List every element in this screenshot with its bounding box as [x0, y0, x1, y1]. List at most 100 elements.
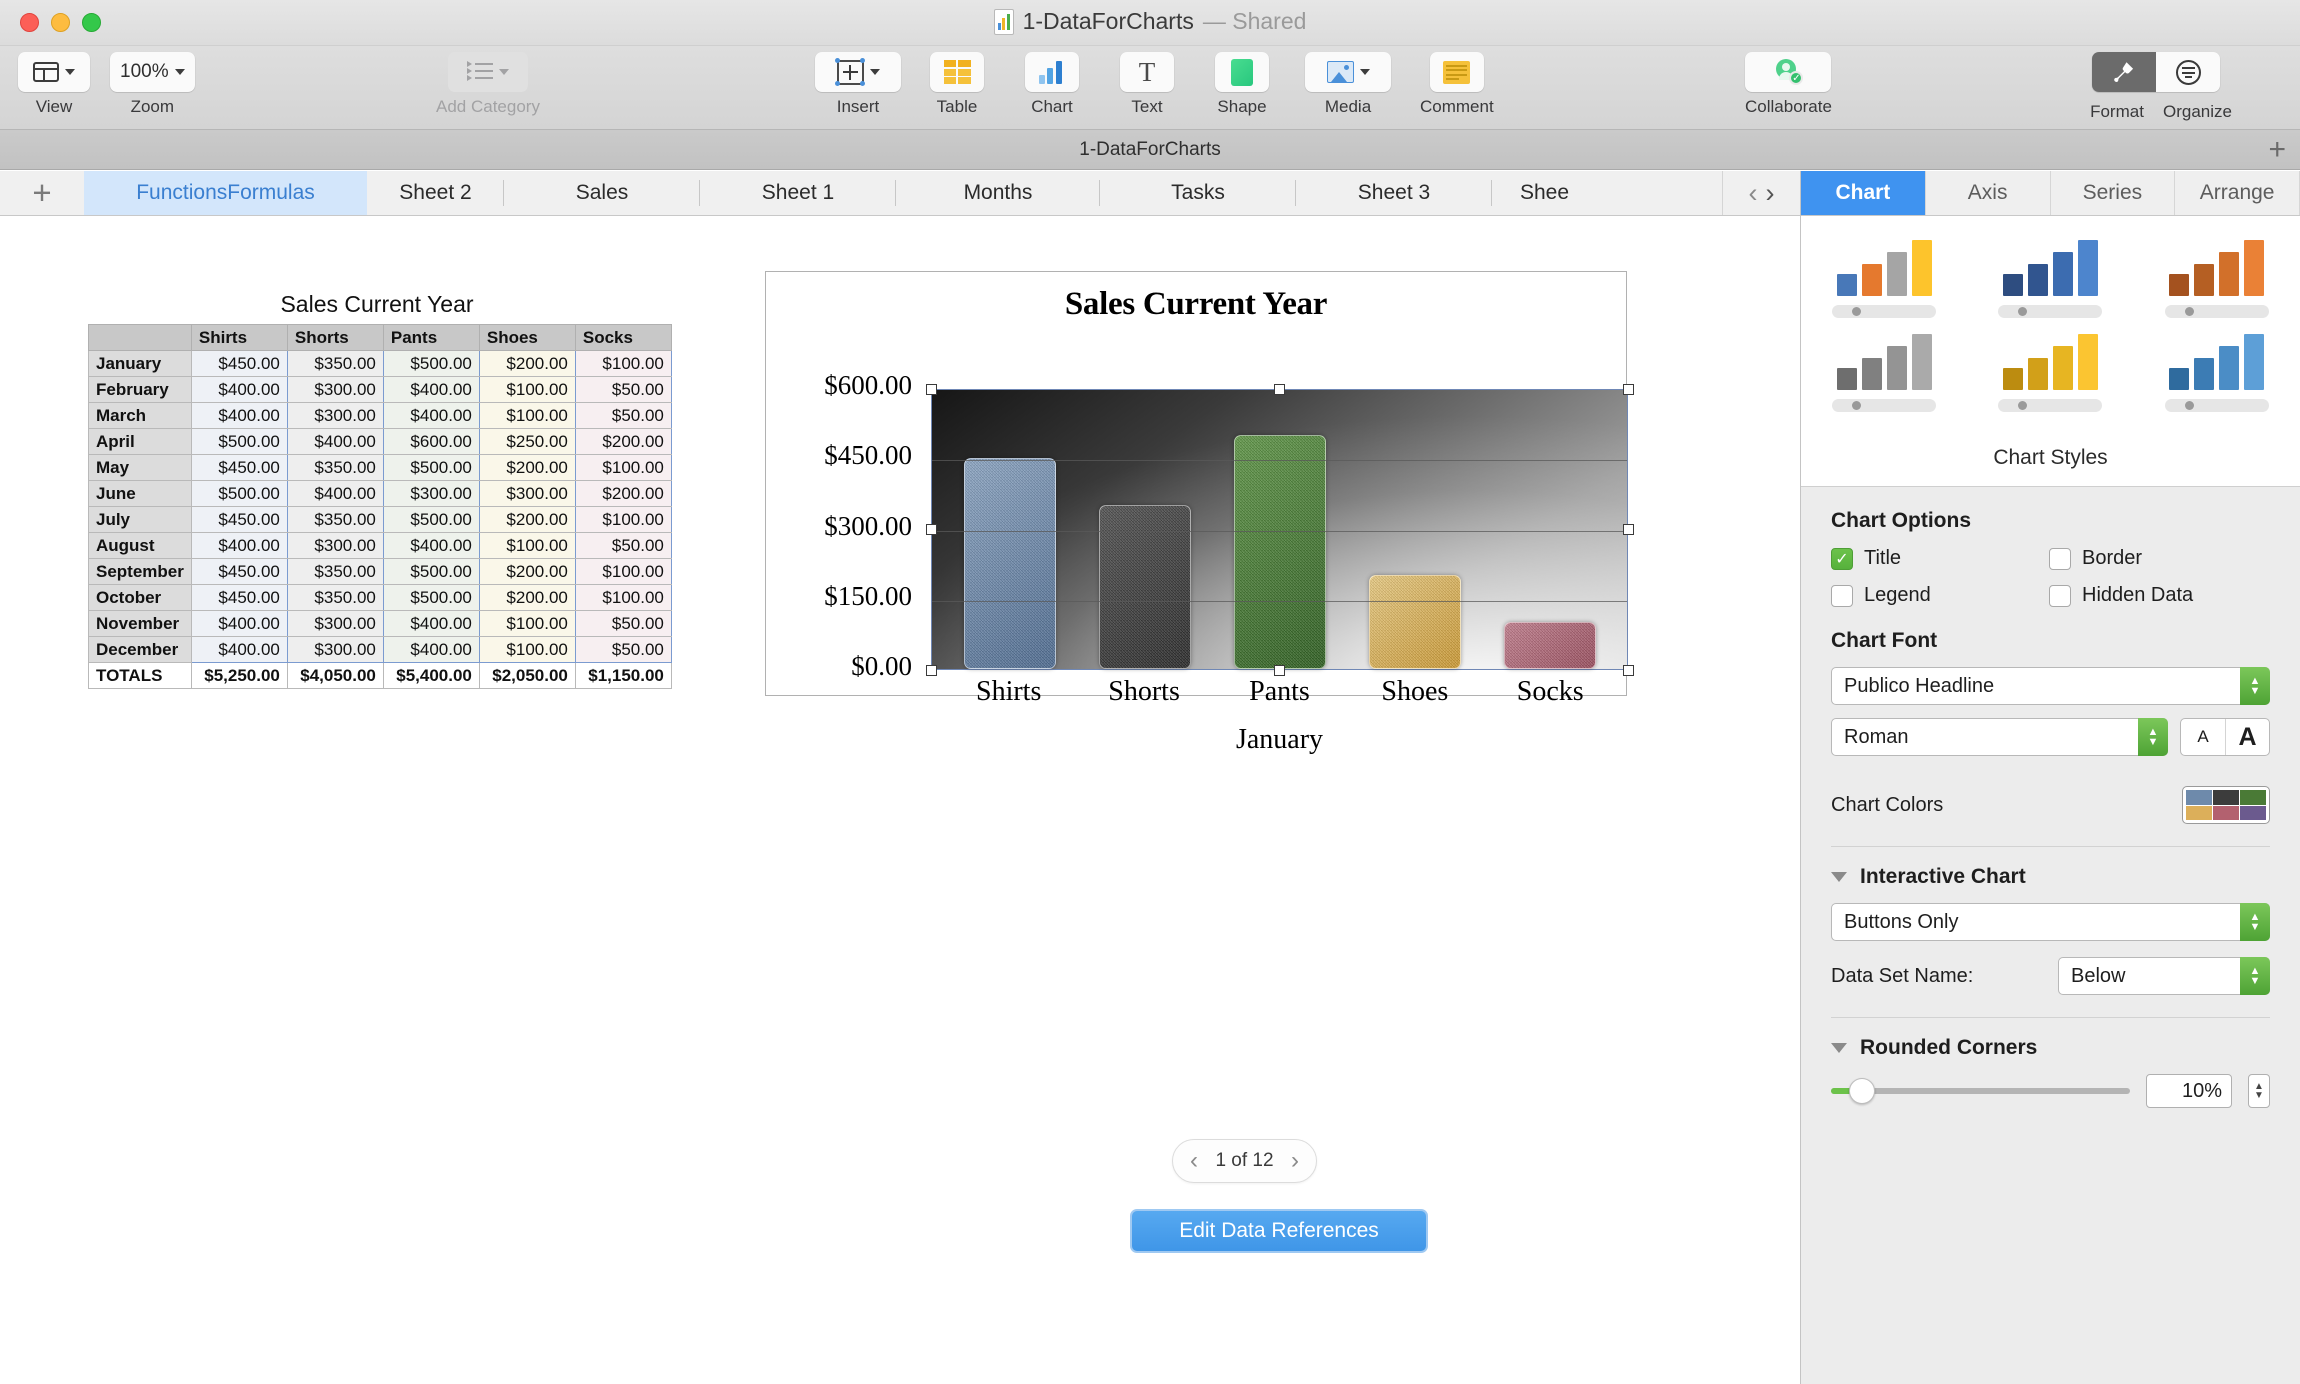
table-cell[interactable]: $300.00	[286, 636, 384, 663]
slider-knob[interactable]	[2184, 401, 2194, 410]
option-title[interactable]: ✓ Title	[1831, 547, 2049, 570]
chart-object[interactable]: Sales Current Year $0.00 $150.00 $300.00 $4…	[765, 271, 1634, 755]
slider-knob[interactable]	[2018, 307, 2028, 316]
table-cell[interactable]: $400.00	[190, 610, 288, 637]
font-family-select[interactable]: Publico Headline ▲ ▼	[1831, 667, 2270, 705]
table-row[interactable]: August $400.00 $300.00 $400.00 $100.00 $50.00	[88, 532, 672, 559]
slider-knob[interactable]	[1848, 1078, 1875, 1104]
interactive-mode-select[interactable]: Buttons Only ▲ ▼	[1831, 903, 2270, 941]
table-row[interactable]: May $450.00 $350.00 $500.00 $200.00 $100.00	[88, 454, 672, 481]
table-cell[interactable]: $350.00	[286, 506, 384, 533]
sheet-tab-sheet-3[interactable]: Sheet 3	[1296, 171, 1492, 215]
table-cell[interactable]: $200.00	[478, 454, 576, 481]
chart-colors-swatch-button[interactable]	[2182, 786, 2270, 824]
table-column-header[interactable]: Shorts	[286, 324, 384, 351]
table-cell[interactable]: $400.00	[382, 402, 480, 429]
table-tool[interactable]: Table	[930, 52, 984, 117]
table-cell[interactable]: $200.00	[478, 350, 576, 377]
table-row[interactable]: December $400.00 $300.00 $400.00 $100.00 $50.…	[88, 636, 672, 663]
zoom-tool[interactable]: 100% Zoom	[110, 52, 195, 117]
table-cell[interactable]: $400.00	[190, 636, 288, 663]
table-row[interactable]: September $450.00 $350.00 $500.00 $200.00 $10…	[88, 558, 672, 585]
totals-cell[interactable]: $1,150.00	[574, 662, 672, 689]
totals-cell[interactable]: $4,050.00	[286, 662, 384, 689]
table-button[interactable]	[930, 52, 984, 92]
table-cell[interactable]: $200.00	[478, 558, 576, 585]
chart-style-variant-slider[interactable]	[2164, 305, 2269, 318]
table-cell[interactable]: $100.00	[574, 558, 672, 585]
selection-handle-top-right[interactable]	[1622, 383, 1634, 395]
add-category-tool[interactable]: Add Category	[436, 52, 540, 117]
table-cell[interactable]: $50.00	[574, 376, 672, 403]
table-cell[interactable]: $400.00	[190, 376, 288, 403]
add-category-button[interactable]	[447, 52, 528, 92]
table-cell[interactable]: $350.00	[286, 558, 384, 585]
disclosure-triangle-icon[interactable]	[1831, 872, 1847, 882]
chart-style-variant-slider[interactable]	[2164, 399, 2269, 412]
table-cell[interactable]: $300.00	[286, 610, 384, 637]
selection-handle-top-center[interactable]	[1274, 383, 1285, 395]
title-checkbox[interactable]: ✓	[1831, 547, 1853, 570]
stepper-icon[interactable]: ▲ ▼	[2138, 718, 2168, 756]
option-border[interactable]: Border	[2049, 547, 2267, 570]
inspector-tab-axis[interactable]: Axis	[1925, 171, 2051, 215]
table-cell[interactable]: $100.00	[478, 636, 576, 663]
table-cell[interactable]: $100.00	[478, 610, 576, 637]
totals-cell[interactable]: $5,400.00	[382, 662, 480, 689]
option-hidden-data[interactable]: Hidden Data	[2049, 584, 2267, 607]
table-row-header[interactable]: December	[88, 636, 192, 663]
table-cell[interactable]: $500.00	[382, 454, 480, 481]
selection-handle-middle-right[interactable]	[1622, 524, 1634, 535]
table-cell[interactable]: $450.00	[190, 506, 288, 533]
border-checkbox[interactable]	[2049, 547, 2071, 570]
table-cell[interactable]: $400.00	[382, 376, 480, 403]
table-row[interactable]: March $400.00 $300.00 $400.00 $100.00 $50.00	[88, 402, 672, 429]
table-cell[interactable]: $400.00	[190, 532, 288, 559]
chart-dataset-pager[interactable]: ‹ 1 of 12 ›	[1172, 1139, 1317, 1183]
table-cell[interactable]: $600.00	[382, 428, 480, 455]
table-cell[interactable]: $100.00	[478, 532, 576, 559]
chart-style-option[interactable]	[1824, 234, 1944, 318]
sheet-tab-sheet-1[interactable]: Sheet 1	[700, 171, 896, 215]
selection-handle-top-left[interactable]	[925, 383, 937, 395]
zoom-button[interactable]: 100%	[110, 52, 195, 92]
rounded-corners-stepper[interactable]: ▲ ▼	[2248, 1074, 2270, 1108]
data-set-name-select[interactable]: Below ▲ ▼	[2058, 957, 2270, 995]
organize-button[interactable]	[2156, 52, 2220, 92]
table-row-header[interactable]: April	[88, 428, 192, 455]
table-row[interactable]: November $400.00 $300.00 $400.00 $100.00 $50.…	[88, 610, 672, 637]
shape-tool[interactable]: Shape	[1215, 52, 1269, 117]
text-button[interactable]: T	[1120, 52, 1174, 92]
table-column-header[interactable]: Shirts	[190, 324, 288, 351]
inspector-tab-series[interactable]: Series	[2050, 171, 2176, 215]
table-cell[interactable]: $500.00	[190, 428, 288, 455]
table-cell[interactable]: $400.00	[382, 636, 480, 663]
table-cell[interactable]: $400.00	[286, 480, 384, 507]
table-cell[interactable]: $50.00	[574, 532, 672, 559]
table-row-header[interactable]: May	[88, 454, 192, 481]
table-totals-row[interactable]: TOTALS $5,250.00 $4,050.00 $5,400.00 $2,050.…	[88, 662, 672, 689]
table-cell[interactable]: $400.00	[382, 610, 480, 637]
table-cell[interactable]: $300.00	[478, 480, 576, 507]
chart-style-variant-slider[interactable]	[1998, 305, 2103, 318]
slider-knob[interactable]	[2018, 401, 2028, 410]
chart-bar[interactable]	[1233, 434, 1326, 669]
table-cell[interactable]: $200.00	[574, 480, 672, 507]
comment-tool[interactable]: Comment	[1420, 52, 1494, 117]
totals-cell[interactable]: $2,050.00	[478, 662, 576, 689]
chart-style-option[interactable]	[2157, 234, 2277, 318]
sheet-tab-functionsformulas[interactable]: FunctionsFormulas	[84, 171, 367, 215]
chart-bar[interactable]	[963, 458, 1056, 669]
table-cell[interactable]: $100.00	[574, 584, 672, 611]
table-cell[interactable]: $100.00	[574, 454, 672, 481]
selection-handle-bottom-right[interactable]	[1622, 664, 1634, 676]
selection-handle-bottom-left[interactable]	[925, 664, 937, 676]
media-tool[interactable]: Media	[1305, 52, 1391, 117]
table-cell[interactable]: $500.00	[382, 584, 480, 611]
stepper-icon[interactable]: ▲ ▼	[2240, 667, 2270, 705]
increase-font-size-button[interactable]: A	[2225, 719, 2269, 755]
table-cell[interactable]: $450.00	[190, 584, 288, 611]
shape-button[interactable]	[1215, 52, 1269, 92]
table-cell[interactable]: $200.00	[478, 584, 576, 611]
chart-style-variant-slider[interactable]	[1998, 399, 2103, 412]
